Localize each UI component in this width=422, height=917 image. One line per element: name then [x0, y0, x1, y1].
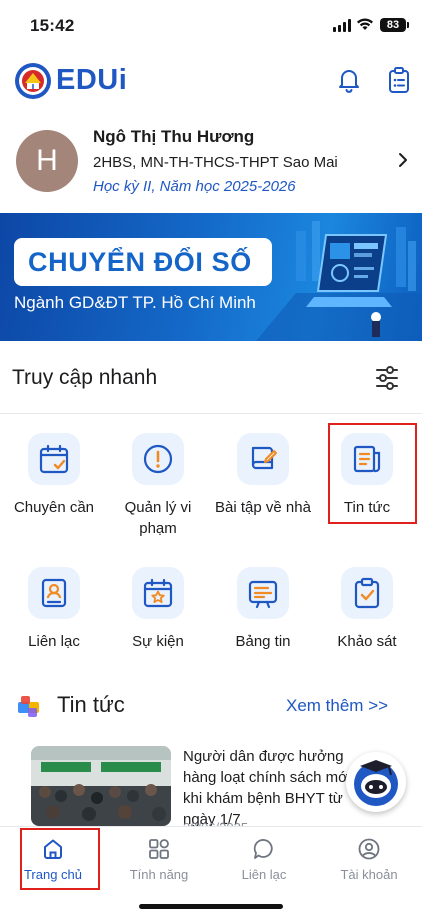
quick-access-label: Liên lạc	[28, 633, 80, 650]
quick-access-label: Khảo sát	[337, 633, 397, 650]
chevron-right-icon[interactable]	[398, 152, 408, 168]
school-emblem-icon	[15, 63, 51, 99]
banner-subtitle: Ngành GD&ĐT TP. Hồ Chí Minh	[14, 293, 256, 312]
app-brand-title: EDUi	[56, 64, 128, 96]
profile-term: Học kỳ II, Năm học 2025-2026	[93, 178, 296, 195]
tab-label: Tài khoản	[340, 867, 398, 882]
news-section-title: Tin tức	[57, 692, 125, 717]
quick-access-item-bulletin[interactable]: Bảng tin	[211, 567, 315, 652]
quick-access-item-contact[interactable]: Liên lạc	[2, 567, 106, 652]
quick-access-item-survey[interactable]: Khảo sát	[315, 567, 419, 652]
quick-access-item-attendance[interactable]: Chuyên cần	[2, 433, 106, 518]
grid-icon	[149, 839, 169, 859]
tab-contact[interactable]: Liên lạc	[211, 837, 317, 882]
survey-clipboard-icon	[341, 567, 393, 619]
bulletin-board-icon	[237, 567, 289, 619]
clipboard-list-icon[interactable]	[386, 66, 412, 94]
news-thumbnail	[31, 746, 171, 826]
contact-card-icon	[28, 567, 80, 619]
homework-book-icon	[237, 433, 289, 485]
calendar-star-icon	[132, 567, 184, 619]
home-tab-highlight	[20, 828, 100, 890]
user-circle-icon	[358, 838, 380, 860]
alert-circle-icon	[132, 433, 184, 485]
tab-label: Tính năng	[129, 867, 189, 882]
quick-access-label: Bài tập về nhà	[215, 499, 311, 516]
profile-name: Ngô Thị Thu Hương	[93, 127, 255, 146]
quick-access-title: Truy cập nhanh	[12, 366, 158, 389]
quick-access-item-violations[interactable]: Quản lý vi phạm	[106, 433, 210, 539]
tab-account[interactable]: Tài khoản	[316, 837, 422, 882]
status-bar: 15:42 83	[0, 0, 422, 50]
wifi-icon	[357, 18, 373, 30]
tab-label: Liên lạc	[241, 867, 287, 882]
news-title: Người dân được hưởng hàng loạt chính sác…	[183, 748, 352, 828]
see-more-link[interactable]: Xem thêm >>	[286, 696, 388, 716]
quick-access-label: Sự kiện	[132, 633, 184, 650]
cellular-signal-icon	[333, 19, 351, 32]
quick-access-item-homework[interactable]: Bài tập về nhà	[211, 433, 315, 518]
status-time: 15:42	[30, 16, 75, 35]
tab-features[interactable]: Tính năng	[106, 837, 212, 882]
quick-access-label: Bảng tin	[235, 633, 291, 650]
app-screen: 15:42 83 EDUi H Ngô Thị Thu Hương 2HBS, …	[0, 0, 422, 917]
avatar: H	[16, 130, 78, 192]
quick-access-item-events[interactable]: Sự kiện	[106, 567, 210, 652]
calendar-check-icon	[28, 433, 80, 485]
section-divider	[0, 413, 422, 414]
promo-banner[interactable]: CHUYỂN ĐỔI SỐ Ngành GD&ĐT TP. Hồ Chí Min…	[0, 213, 422, 341]
sliders-icon[interactable]	[374, 365, 400, 391]
news-shortcut-highlight	[328, 423, 417, 524]
digital-transformation-illustration	[256, 221, 422, 341]
home-indicator	[139, 904, 283, 909]
profile-school: 2HBS, MN-TH-THCS-THPT Sao Mai	[93, 154, 338, 171]
robot-assistant-icon	[354, 760, 398, 806]
battery-level: 83	[380, 18, 409, 32]
chatbot-assistant-button[interactable]	[346, 752, 406, 812]
bell-icon[interactable]	[336, 66, 362, 94]
quick-access-label: Quản lý vi phạm	[124, 499, 192, 537]
news-puzzle-icon	[18, 696, 39, 717]
chat-bubble-icon	[253, 839, 273, 859]
quick-access-label: Chuyên cần	[13, 499, 95, 516]
banner-title: CHUYỂN ĐỔI SỐ	[28, 247, 252, 277]
